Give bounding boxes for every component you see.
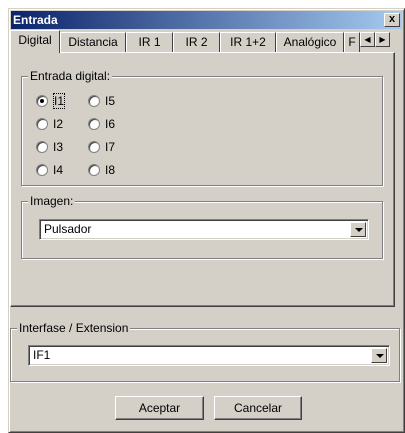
interface-select-value: IF1 xyxy=(33,348,51,362)
close-button[interactable]: x xyxy=(384,13,400,27)
interface-group: Interfase / Extension IF1 xyxy=(10,321,400,382)
image-legend: Imagen: xyxy=(28,194,76,208)
arrow-right-icon: ▶ xyxy=(379,35,386,44)
dropdown-button[interactable] xyxy=(371,348,387,363)
chevron-down-icon xyxy=(376,354,384,358)
image-group: Imagen: Pulsador xyxy=(21,194,383,259)
radio-i4[interactable]: I4 xyxy=(36,162,76,178)
tab-label: IR 2 xyxy=(185,35,208,49)
tab-partial[interactable]: F xyxy=(344,32,360,52)
radio-circle xyxy=(88,141,100,153)
tab-strip: Digital Distancia IR 1 IR 2 IR 1+2 Analó… xyxy=(10,30,390,53)
digital-input-legend: Entrada digital: xyxy=(28,69,113,83)
tab-ir1[interactable]: IR 1 xyxy=(126,32,173,52)
image-select[interactable]: Pulsador xyxy=(39,219,369,240)
radio-circle xyxy=(36,95,48,107)
tab-label: Analógico xyxy=(283,35,337,49)
tab-label: F xyxy=(348,35,356,49)
tab-label: IR 1 xyxy=(138,35,161,49)
dropdown-button[interactable] xyxy=(350,222,366,237)
tab-label: IR 1+2 xyxy=(230,35,266,49)
tab-panel-digital: Entrada digital: I1 I2 I3 I4 I5 I6 I7 I8… xyxy=(10,52,395,307)
tab-scroll-right-button[interactable]: ▶ xyxy=(375,32,390,47)
radio-label: I5 xyxy=(105,94,116,108)
close-icon: x xyxy=(388,13,396,25)
radio-i2[interactable]: I2 xyxy=(36,116,76,132)
tab-distancia[interactable]: Distancia xyxy=(60,32,126,52)
tab-digital[interactable]: Digital xyxy=(10,30,60,53)
digital-input-group: Entrada digital: I1 I2 I3 I4 I5 I6 I7 I8 xyxy=(21,69,383,186)
tab-analogico[interactable]: Analógico xyxy=(276,32,344,52)
radio-selected-dot xyxy=(40,99,44,103)
cancel-button[interactable]: Cancelar xyxy=(214,396,302,420)
tab-ir1-2[interactable]: IR 1+2 xyxy=(220,32,276,52)
radio-circle xyxy=(36,118,48,130)
radio-label: I3 xyxy=(53,140,64,154)
accept-button[interactable]: Aceptar xyxy=(115,396,204,420)
radio-i7[interactable]: I7 xyxy=(88,139,128,155)
radio-label: I8 xyxy=(105,163,116,177)
interface-select[interactable]: IF1 xyxy=(28,345,390,366)
radio-i6[interactable]: I6 xyxy=(88,116,128,132)
radio-circle xyxy=(88,118,100,130)
arrow-left-icon: ◀ xyxy=(364,35,371,44)
radio-label: I7 xyxy=(105,140,116,154)
tab-scroll-left-button[interactable]: ◀ xyxy=(360,32,375,47)
radio-label: I4 xyxy=(53,163,64,177)
radio-i1[interactable]: I1 xyxy=(36,93,76,109)
radio-circle xyxy=(36,164,48,176)
radio-i8[interactable]: I8 xyxy=(88,162,128,178)
radio-i5[interactable]: I5 xyxy=(88,93,128,109)
tab-label: Digital xyxy=(18,33,52,47)
tab-label: Distancia xyxy=(68,35,118,49)
radio-label: I6 xyxy=(105,117,116,131)
window-title: Entrada xyxy=(13,13,58,27)
radio-i3[interactable]: I3 xyxy=(36,139,76,155)
radio-circle xyxy=(88,164,100,176)
interface-legend: Interfase / Extension xyxy=(17,321,131,335)
image-select-value: Pulsador xyxy=(44,222,92,236)
chevron-down-icon xyxy=(355,228,363,232)
radio-circle xyxy=(88,95,100,107)
tab-ir2[interactable]: IR 2 xyxy=(173,32,220,52)
radio-label: I2 xyxy=(53,117,64,131)
radio-label: I1 xyxy=(53,93,66,109)
radio-circle xyxy=(36,141,48,153)
title-bar[interactable]: Entrada x xyxy=(11,11,402,29)
